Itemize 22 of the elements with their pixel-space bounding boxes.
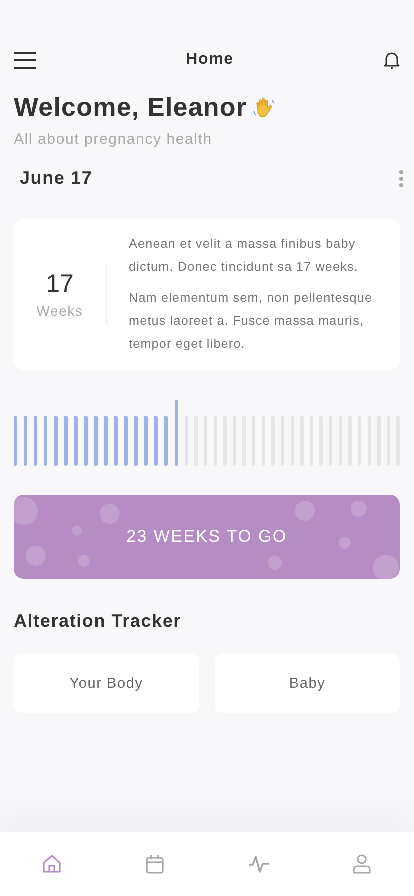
more-icon[interactable]	[399, 170, 404, 188]
description-text: Nam elementum sem, non pellentesque metus laoreet a. Fusce massa mauris, tempor eget libero.	[129, 290, 374, 353]
section-title: Alteration Tracker	[14, 611, 182, 632]
banner-text: 23 WEEKS TO GO	[126, 527, 288, 547]
tracker-button[interactable]: Baby	[215, 654, 400, 713]
person-icon[interactable]	[351, 853, 374, 875]
tracker-button[interactable]: Your Body	[14, 654, 199, 713]
pulse-icon[interactable]	[248, 853, 270, 875]
description-text: Aenean et velit a massa finibus baby dictum. Donec tincidunt sa 17 weeks.	[129, 236, 360, 276]
bubble	[373, 555, 399, 579]
date-label: June 17	[20, 168, 93, 189]
bell-icon[interactable]	[384, 51, 400, 69]
home-icon[interactable]	[40, 853, 63, 875]
week-number: 17	[46, 270, 74, 299]
bubble	[14, 497, 38, 525]
welcome-subtitle: All about pregnancy health	[14, 131, 214, 148]
header-title: Home	[186, 51, 234, 69]
calendar-icon[interactable]	[144, 853, 166, 875]
menu-icon[interactable]	[14, 52, 36, 68]
welcome-title: Welcome, Eleanor	[14, 92, 248, 123]
week-unit: Weeks	[36, 303, 84, 319]
waving-hand-icon	[253, 96, 276, 118]
